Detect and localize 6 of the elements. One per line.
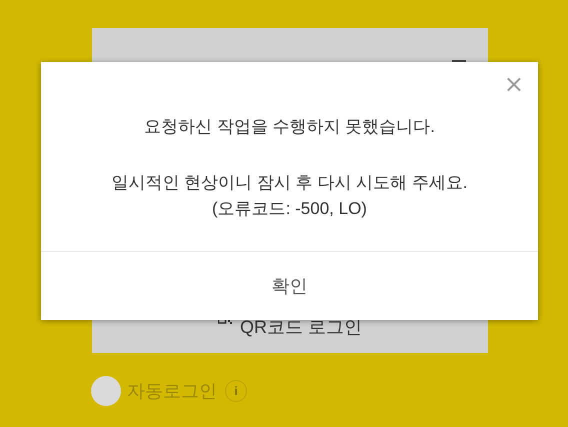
error-code: (오류코드: -500, LO) <box>212 198 367 220</box>
auto-login-label: 자동로그인 <box>127 380 217 402</box>
dash-icon <box>452 60 466 62</box>
error-message: 요청하신 작업을 수행하지 못했습니다. <box>144 116 435 138</box>
auto-login-checkbox[interactable] <box>91 376 121 406</box>
error-detail: 일시적인 현상이니 잠시 후 다시 시도해 주세요. <box>111 172 468 194</box>
